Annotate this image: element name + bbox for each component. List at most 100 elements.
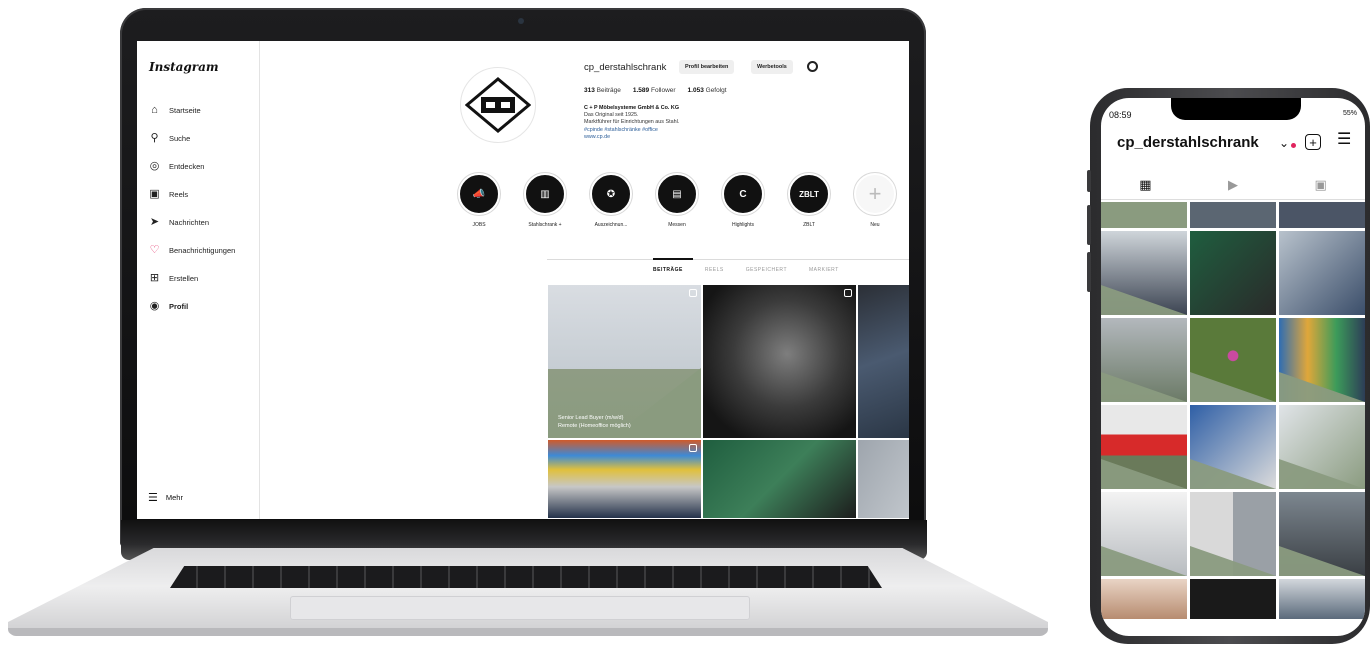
highlight-stahlschrank[interactable]: ▥ Stahlschrank +: [512, 173, 578, 228]
post-tile[interactable]: [703, 285, 856, 438]
notification-dot: [1291, 143, 1296, 148]
reel-icon: [844, 289, 852, 297]
status-time: 08:59: [1109, 110, 1132, 120]
phone-side-button: [1087, 205, 1091, 245]
phone-side-button: [1087, 252, 1091, 292]
post-tile[interactable]: [1190, 202, 1276, 228]
chevron-down-icon[interactable]: ⌄: [1279, 136, 1289, 150]
post-tile[interactable]: [1101, 231, 1187, 315]
mobile-username[interactable]: cp_derstahlschrank: [1117, 134, 1259, 151]
sidebar-item-label: Nachrichten: [169, 217, 210, 227]
phone-side-button: [1087, 170, 1091, 192]
following-stat[interactable]: 1.053 Gefolgt: [688, 87, 727, 94]
post-tile[interactable]: [1279, 231, 1365, 315]
highlight-label: Messen: [668, 222, 686, 228]
laptop-base: [8, 548, 1048, 634]
post-decoration: [1101, 459, 1187, 489]
tabs-divider: [547, 259, 909, 260]
post-tile[interactable]: [1279, 579, 1365, 619]
following-label: Gefolgt: [705, 87, 727, 94]
post-tile[interactable]: [858, 285, 909, 438]
create-plus-icon[interactable]: +: [1305, 134, 1321, 150]
post-decoration: [1101, 372, 1187, 402]
posts-stat: 313 Beiträge: [584, 87, 621, 94]
tab-reels[interactable]: REELS: [705, 267, 724, 273]
edit-profile-button[interactable]: Profil bearbeiten: [679, 60, 735, 74]
bio-name: C + P Möbelsysteme GmbH & Co. KG: [584, 105, 680, 111]
tab-saved[interactable]: GESPEICHERT: [746, 267, 787, 273]
sidebar-item-erstellen[interactable]: ⊞ Erstellen: [148, 264, 258, 292]
multi-post-icon: [689, 289, 697, 297]
post-tile[interactable]: [1190, 231, 1276, 315]
post-caption: Senior Lead Buyer (m/w/d) Remote (Homeof…: [558, 414, 631, 430]
post-tile[interactable]: Senior Lead Buyer (m/w/d) Remote (Homeof…: [548, 285, 701, 438]
profile-main: cp_derstahlschrank Profil bearbeiten Wer…: [261, 41, 909, 519]
sidebar-item-entdecken[interactable]: ◎ Entdecken: [148, 152, 258, 180]
settings-gear-icon[interactable]: [807, 61, 818, 72]
bio-hashtags[interactable]: #cpinde #stahlschränke #office: [584, 127, 679, 134]
profile-avatar[interactable]: [460, 67, 536, 143]
highlight-messen[interactable]: ▤ Messen: [644, 173, 710, 228]
sidebar-item-profil[interactable]: ◉ Profil: [148, 292, 258, 320]
more-menu-button[interactable]: ☰ Mehr: [148, 491, 183, 504]
profile-icon: ◉: [149, 299, 160, 312]
sidebar-item-suche[interactable]: ⚲ Suche: [148, 124, 258, 152]
post-tile[interactable]: [1190, 405, 1276, 489]
profile-bio: C + P Möbelsysteme GmbH & Co. KG Das Ori…: [584, 105, 679, 141]
post-tile[interactable]: [858, 440, 909, 518]
reels-icon: ▣: [149, 187, 160, 200]
search-icon: ⚲: [150, 131, 159, 144]
cabinet-icon: ▥: [524, 173, 566, 215]
reels-icon[interactable]: ▶: [1228, 177, 1238, 193]
profile-tabs: BEITRÄGE REELS GESPEICHERT MARKIERT: [653, 267, 839, 273]
bio-link[interactable]: www.cp.de: [584, 134, 679, 141]
sidebar-item-label: Reels: [169, 189, 189, 199]
post-tile[interactable]: [1279, 318, 1365, 402]
hamburger-icon[interactable]: ☰: [1337, 132, 1351, 148]
post-tile[interactable]: [1279, 492, 1365, 576]
post-tile[interactable]: [1101, 318, 1187, 402]
tab-tagged[interactable]: MARKIERT: [809, 267, 839, 273]
cp-logo-icon: [465, 77, 531, 133]
post-tile[interactable]: [1101, 202, 1187, 228]
highlight-auszeichnungen[interactable]: ✪ Auszeichnun...: [578, 173, 644, 228]
sidebar-item-nachrichten[interactable]: ➤ Nachrichten: [148, 208, 258, 236]
bio-line: Marktführer für Einrichtungen aus Stahl.: [584, 119, 680, 126]
followers-label: Follower: [650, 87, 676, 94]
post-tile[interactable]: [1190, 318, 1276, 402]
laptop-trackpad: [290, 596, 750, 620]
post-tile[interactable]: [1190, 492, 1276, 576]
post-tile[interactable]: [703, 440, 856, 518]
post-tile[interactable]: [1190, 579, 1276, 619]
c-logo-icon: C: [722, 173, 764, 215]
tagged-icon[interactable]: ▣: [1314, 177, 1326, 193]
profile-stats: 313 Beiträge 1.589 Follower 1.053 Gefolg…: [584, 87, 727, 94]
sidebar-item-reels[interactable]: ▣ Reels: [148, 180, 258, 208]
post-caption-line: Remote (Homeoffice möglich): [558, 423, 631, 429]
ad-tools-button[interactable]: Werbetools: [751, 60, 793, 74]
sidebar-item-benachrichtigungen[interactable]: ♡ Benachrichtigungen: [148, 236, 258, 264]
tab-posts[interactable]: BEITRÄGE: [653, 267, 683, 273]
sidebar-item-startseite[interactable]: ⌂ Startseite: [148, 96, 258, 124]
instagram-logo[interactable]: Instagram: [149, 60, 219, 74]
phone-notch: [1171, 98, 1301, 120]
post-tile[interactable]: [1279, 405, 1365, 489]
highlight-highlights[interactable]: C Highlights: [710, 173, 776, 228]
phone-screen: 08:59 55% cp_derstahlschrank ⌄ + ☰ ▦ ▶ ▣: [1101, 98, 1365, 636]
sidebar-item-label: Profil: [169, 301, 189, 311]
home-icon: ⌂: [151, 103, 158, 116]
status-battery: 55%: [1342, 110, 1357, 117]
post-tile[interactable]: [548, 440, 701, 518]
highlight-jobs[interactable]: 📣 JOBS: [446, 173, 512, 228]
highlight-new[interactable]: + Neu: [842, 173, 908, 228]
sidebar-item-label: Entdecken: [169, 161, 205, 171]
post-tile[interactable]: [1279, 202, 1365, 228]
grid-icon[interactable]: ▦: [1139, 177, 1151, 193]
post-tile[interactable]: [1101, 492, 1187, 576]
post-tile[interactable]: [1101, 579, 1187, 619]
followers-stat[interactable]: 1.589 Follower: [633, 87, 676, 94]
post-tile[interactable]: [1101, 405, 1187, 489]
posts-label: Beiträge: [596, 87, 621, 94]
heart-icon: ♡: [149, 243, 160, 256]
highlight-zblt[interactable]: ZBLT ZBLT: [776, 173, 842, 228]
